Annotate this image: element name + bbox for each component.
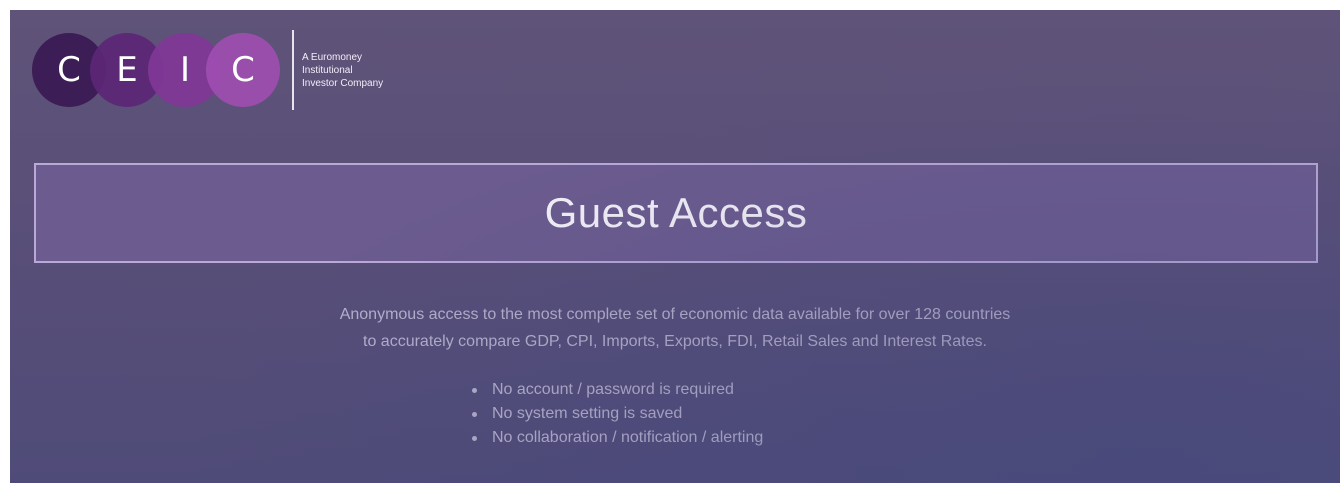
page-title: Guest Access — [544, 189, 808, 236]
description: Anonymous access to the most complete se… — [10, 301, 1340, 355]
logo-tagline-line: Investor Company — [302, 77, 384, 89]
feature-item: No system setting is saved — [468, 402, 763, 426]
description-line: to accurately compare GDP, CPI, Imports,… — [363, 333, 987, 350]
guest-access-screen: C E I C A Euromoney Institutional Invest… — [10, 10, 1340, 483]
logo-letter-c2: C — [206, 33, 280, 107]
description-line: Anonymous access to the most complete se… — [339, 306, 1011, 323]
feature-item: No account / password is required — [468, 378, 763, 402]
logo-tagline-line: A Euromoney — [302, 51, 363, 63]
ceic-logo: C E I C A Euromoney Institutional Invest… — [32, 30, 392, 110]
logo-tagline-line: Institutional — [302, 64, 353, 76]
logo-divider — [292, 30, 294, 110]
logo-tagline: A Euromoney Institutional Investor Compa… — [302, 51, 392, 90]
title-banner: Guest Access — [34, 163, 1318, 263]
feature-item: No collaboration / notification / alerti… — [468, 426, 763, 450]
feature-list: No account / password is required No sys… — [468, 378, 763, 450]
logo-mark: C E I C — [32, 33, 282, 107]
